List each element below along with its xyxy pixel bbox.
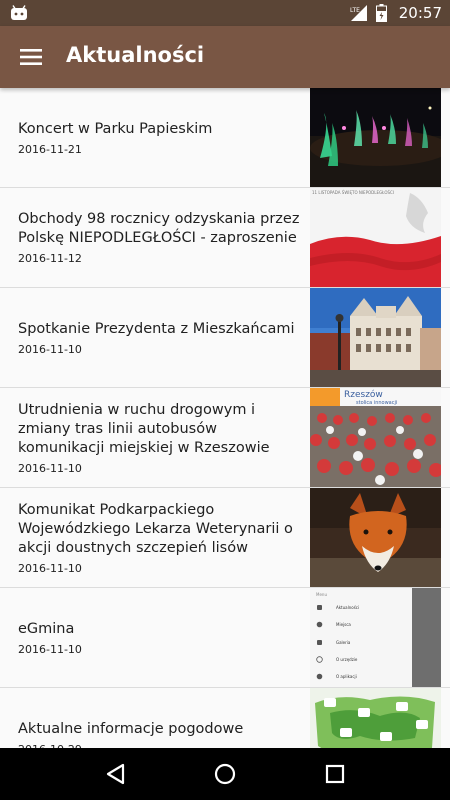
news-item-traffic[interactable]: Utrudnienia w ruchu drogowym i zmiany tr… [0, 388, 450, 488]
home-circle-icon [214, 763, 236, 785]
news-item-president[interactable]: Spotkanie Prezydenta z Mieszkańcami 2016… [0, 288, 450, 388]
thumb-menu-item: O urzędzie [336, 657, 358, 662]
news-title: Aktualne informacje pogodowe [18, 720, 244, 737]
app-bar: Aktualności [0, 26, 450, 88]
weather-map-image [310, 688, 441, 748]
status-bar: LTE 20:57 [0, 0, 450, 26]
news-title: eGmina [18, 620, 75, 637]
news-title: Komunikat Podkarpackiego Wojewódzkiego L… [18, 501, 293, 556]
news-item-independence[interactable]: Obchody 98 rocznicy odzyskania przez Pol… [0, 188, 450, 288]
fox-photo [310, 488, 441, 587]
news-item-egmina[interactable]: eGmina 2016-11-10 Menu Aktualności Miejs… [0, 588, 450, 688]
thumb-menu-item: Galeria [336, 640, 351, 645]
news-item-fox-vaccination[interactable]: Komunikat Podkarpackiego Wojewódzkiego L… [0, 488, 450, 588]
news-item-text: Komunikat Podkarpackiego Wojewódzkiego L… [18, 488, 302, 587]
battery-icon [375, 4, 387, 22]
navigation-bar [0, 748, 450, 800]
app-screen: LTE 20:57 Aktualności Koncert w Parku Pa… [0, 0, 450, 800]
android-notification-icon [11, 5, 27, 20]
network-label: LTE [350, 7, 360, 14]
news-title: Obchody 98 rocznicy odzyskania przez Pol… [18, 211, 300, 246]
thumb-menu-header: Menu [316, 592, 327, 597]
news-date: 2016-11-21 [18, 142, 82, 156]
news-item-concert[interactable]: Koncert w Parku Papieskim 2016-11-21 [0, 88, 450, 188]
recents-button[interactable] [310, 754, 360, 794]
recents-square-icon [325, 764, 345, 784]
news-item-weather[interactable]: Aktualne informacje pogodowe 2016-10-29 [0, 688, 450, 748]
news-item-text: eGmina 2016-11-10 [18, 588, 302, 687]
news-item-text: Obchody 98 rocznicy odzyskania przez Pol… [18, 188, 302, 287]
page-title: Aktualności [66, 43, 205, 67]
back-triangle-icon [106, 763, 125, 785]
news-title: Utrudnienia w ruchu drogowym i zmiany tr… [18, 401, 270, 456]
news-date: 2016-11-10 [18, 642, 82, 656]
news-item-text: Utrudnienia w ruchu drogowym i zmiany tr… [18, 388, 302, 487]
thumb-subcaption: stolica innowacji [356, 400, 397, 406]
home-button[interactable] [200, 754, 250, 794]
app-menu-screenshot: Menu Aktualności Miejsca Galeria O urzęd… [310, 588, 441, 687]
news-list[interactable]: Koncert w Parku Papieskim 2016-11-21 Obc… [0, 88, 450, 748]
news-item-text: Koncert w Parku Papieskim 2016-11-21 [18, 88, 302, 187]
polish-flag-photo: 11 LISTOPADA ŚWIĘTO NIEPODLEGŁOŚCI [310, 188, 441, 287]
thumb-caption: 11 LISTOPADA ŚWIĘTO NIEPODLEGŁOŚCI [312, 190, 394, 195]
back-button[interactable] [90, 754, 140, 794]
status-icons: LTE 20:57 [350, 0, 442, 26]
news-date: 2016-11-12 [18, 252, 82, 265]
news-title: Koncert w Parku Papieskim [18, 120, 213, 137]
marathon-runners-photo: Rzeszów stolica innowacji [310, 388, 441, 487]
lte-signal-icon: LTE [350, 5, 367, 21]
news-date: 2016-11-10 [18, 342, 82, 356]
thumb-caption: Rzeszów [344, 389, 383, 400]
thumb-menu-item: O aplikacji [336, 674, 357, 679]
thumb-menu-item: Miejsca [336, 622, 351, 627]
status-time: 20:57 [398, 4, 442, 22]
town-hall-photo [310, 288, 441, 387]
news-title: Spotkanie Prezydenta z Mieszkańcami [18, 320, 295, 337]
news-date: 2016-11-10 [18, 461, 82, 475]
news-item-text: Spotkanie Prezydenta z Mieszkańcami 2016… [18, 288, 302, 387]
menu-button[interactable] [10, 36, 52, 78]
news-date: 2016-11-10 [18, 561, 82, 575]
news-item-text: Aktualne informacje pogodowe 2016-10-29 [18, 688, 302, 749]
hamburger-menu-icon [20, 49, 42, 65]
fountain-night-photo [310, 88, 441, 187]
thumb-menu-item: Aktualności [336, 605, 359, 610]
